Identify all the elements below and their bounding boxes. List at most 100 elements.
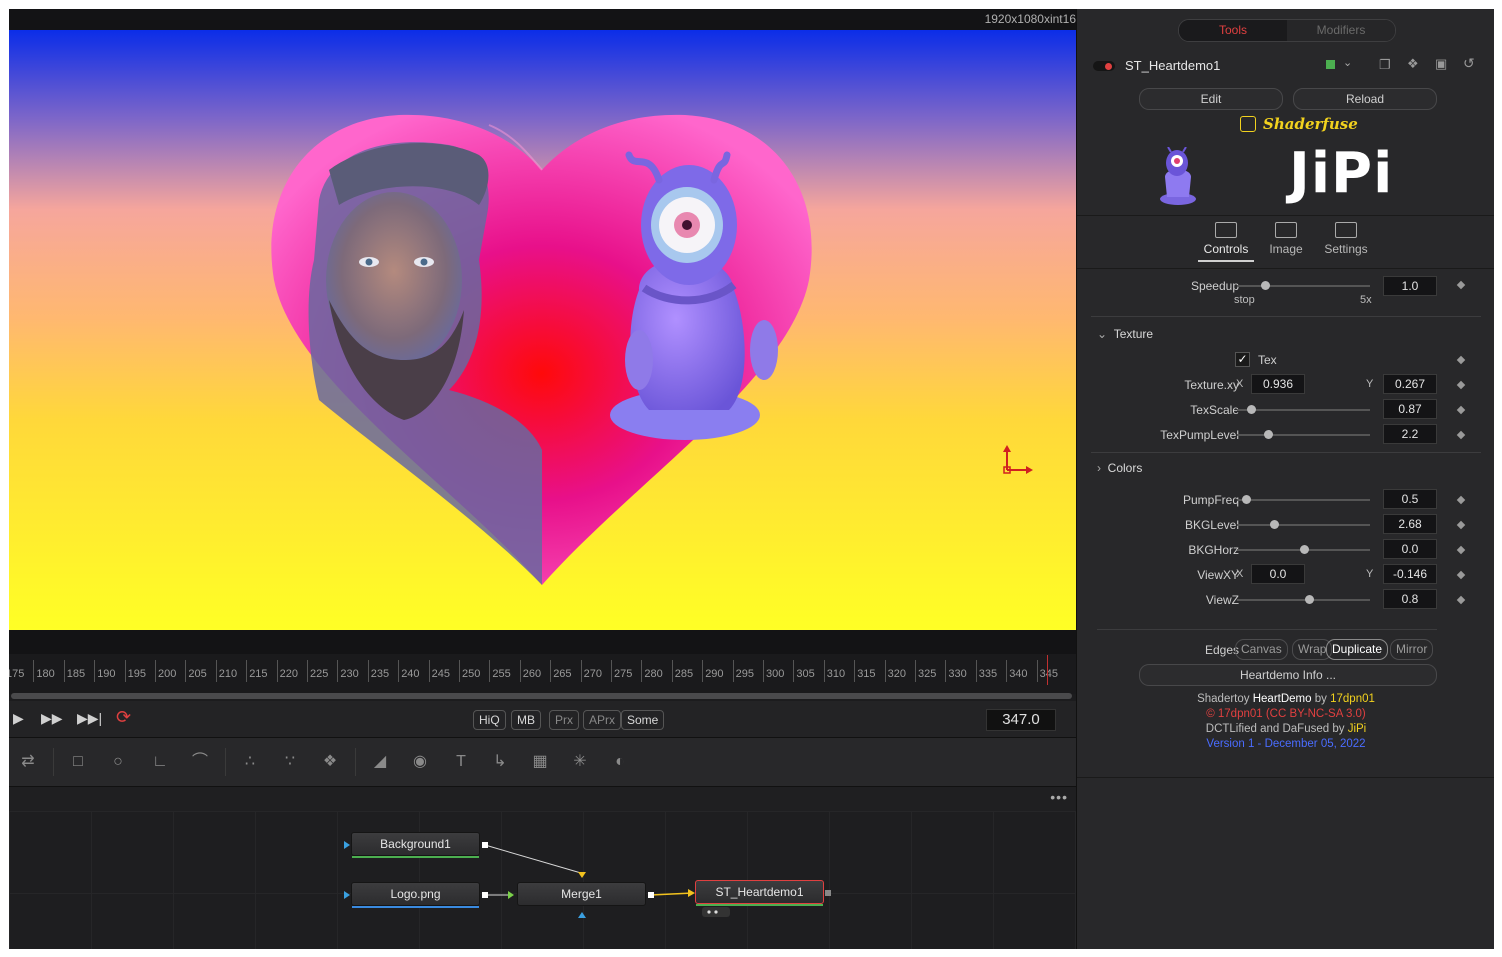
ruler-tick: 215 xyxy=(246,660,268,682)
colors-section[interactable]: › Colors xyxy=(1097,461,1142,475)
keyframe-icon[interactable] xyxy=(1456,595,1466,605)
edges-canvas-option[interactable]: Canvas xyxy=(1235,639,1288,660)
viewxy-x-field[interactable]: 0.0 xyxy=(1251,564,1305,584)
keyframe-icon[interactable] xyxy=(1456,570,1466,580)
speedup-slider[interactable] xyxy=(1237,281,1370,290)
skip-to-end-icon[interactable]: ▶▶| xyxy=(77,710,102,727)
ruler-tick-label: 270 xyxy=(583,668,602,680)
keyframe-icon[interactable] xyxy=(1456,430,1466,440)
camera-3d-icon[interactable]: ▦ xyxy=(529,751,551,773)
timeline-scrollbar[interactable] xyxy=(11,693,1072,699)
transform-gizmo-icon[interactable] xyxy=(1003,445,1033,475)
particle-emitter-icon[interactable]: ∴ xyxy=(239,751,261,773)
shadertoy-link[interactable]: HeartDemo xyxy=(1253,693,1312,705)
texpumplevel-slider[interactable] xyxy=(1237,430,1370,439)
heartdemo-info-button[interactable]: Heartdemo Info ... xyxy=(1139,664,1437,686)
keyframe-icon[interactable] xyxy=(1456,280,1466,290)
polygon-mask-icon[interactable]: ∟ xyxy=(149,751,171,773)
lock-icon[interactable]: ▣ xyxy=(1435,56,1447,72)
loop-icon[interactable]: ⟳ xyxy=(116,707,131,728)
particle-style-icon[interactable]: ❖ xyxy=(319,751,341,773)
current-frame-field[interactable]: 347.0 xyxy=(986,709,1056,731)
jipi-link[interactable]: JiPi xyxy=(1348,723,1367,735)
slider-knob[interactable] xyxy=(1247,405,1256,414)
viewer-canvas[interactable] xyxy=(9,30,1076,630)
renderer-3d-icon[interactable]: ◐ xyxy=(609,751,631,773)
tab-image[interactable]: Image xyxy=(1258,222,1314,256)
playhead[interactable] xyxy=(1047,655,1048,685)
keyframe-icon[interactable] xyxy=(1456,520,1466,530)
tex-checkbox[interactable]: ✓ xyxy=(1235,352,1250,367)
particle-render-icon[interactable]: ∵ xyxy=(279,751,301,773)
aprx-toggle[interactable]: APrx xyxy=(583,710,622,730)
slider-knob[interactable] xyxy=(1261,281,1270,290)
ruler-tick-label: 315 xyxy=(857,668,876,680)
node-background1[interactable]: Background1 xyxy=(351,832,480,858)
merge-3d-icon[interactable]: ↳ xyxy=(489,751,511,773)
texture-y-field[interactable]: 0.267 xyxy=(1383,374,1437,394)
node-st-heartdemo1[interactable]: ST_Heartdemo1 xyxy=(695,880,824,906)
speedup-field[interactable]: 1.0 xyxy=(1383,276,1437,296)
ellipse-mask-icon[interactable]: ○ xyxy=(107,751,129,773)
timeline-ruler[interactable]: 175 180 185 190 195 200 205 210 215 220 225 230 235 2… xyxy=(9,654,1076,694)
hiq-toggle[interactable]: HiQ xyxy=(473,710,506,730)
slider-knob[interactable] xyxy=(1242,495,1251,504)
bkghorz-slider[interactable] xyxy=(1237,545,1370,554)
viewxy-y-field[interactable]: -0.146 xyxy=(1383,564,1437,584)
pumpfreq-field[interactable]: 0.5 xyxy=(1383,489,1437,509)
texture-section[interactable]: ⌄ Texture xyxy=(1097,327,1153,341)
bkglevel-slider[interactable] xyxy=(1237,520,1370,529)
slider-knob[interactable] xyxy=(1305,595,1314,604)
tab-modifiers[interactable]: Modifiers xyxy=(1287,20,1395,41)
slider-knob[interactable] xyxy=(1300,545,1309,554)
texscale-field[interactable]: 0.87 xyxy=(1383,399,1437,419)
chevron-down-icon[interactable]: ⌄ xyxy=(1343,56,1352,69)
fast-forward-icon[interactable]: ▶▶ xyxy=(41,710,63,727)
reload-button[interactable]: Reload xyxy=(1293,88,1437,110)
some-toggle[interactable]: Some xyxy=(621,710,665,730)
texpumplevel-field[interactable]: 2.2 xyxy=(1383,424,1437,444)
prx-toggle[interactable]: Prx xyxy=(549,710,579,730)
pumpfreq-slider[interactable] xyxy=(1237,495,1370,504)
bkghorz-field[interactable]: 0.0 xyxy=(1383,539,1437,559)
image-plane-3d-icon[interactable]: ◢ xyxy=(369,751,391,773)
keyframe-icon[interactable] xyxy=(1456,545,1466,555)
node-color-swatch[interactable] xyxy=(1326,60,1335,69)
node-merge1[interactable]: Merge1 xyxy=(517,882,646,906)
node-logo-png[interactable]: Logo.png xyxy=(351,882,480,908)
shape-3d-icon[interactable]: ◉ xyxy=(409,751,431,773)
author-link[interactable]: 17dpn01 xyxy=(1330,693,1375,705)
slider-knob[interactable] xyxy=(1270,520,1279,529)
node-editor[interactable]: Background1 Logo.png Merge1 ST_Heartdemo… xyxy=(9,811,1076,949)
mb-toggle[interactable]: MB xyxy=(511,710,541,730)
tab-controls[interactable]: Controls xyxy=(1198,222,1254,262)
pin-icon[interactable]: ❖ xyxy=(1407,56,1419,72)
viewz-field[interactable]: 0.8 xyxy=(1383,589,1437,609)
reset-icon[interactable]: ↺ xyxy=(1463,55,1475,72)
tab-settings[interactable]: Settings xyxy=(1318,222,1374,256)
bspline-mask-icon[interactable]: ⌒ xyxy=(189,751,211,773)
transform-tool-icon[interactable]: ⇄ xyxy=(17,751,39,773)
viewz-slider[interactable] xyxy=(1237,595,1370,604)
ruler-tick-label: 340 xyxy=(1009,668,1028,680)
texscale-slider[interactable] xyxy=(1237,405,1370,414)
keyframe-icon[interactable] xyxy=(1456,355,1466,365)
more-options-icon[interactable]: ••• xyxy=(1050,789,1068,805)
edit-button[interactable]: Edit xyxy=(1139,88,1283,110)
text-3d-icon[interactable]: T xyxy=(450,751,472,773)
bkglevel-field[interactable]: 2.68 xyxy=(1383,514,1437,534)
keyframe-icon[interactable] xyxy=(1456,495,1466,505)
tab-tools[interactable]: Tools xyxy=(1179,20,1287,41)
keyframe-icon[interactable] xyxy=(1456,405,1466,415)
version-icon[interactable]: ❐ xyxy=(1379,57,1391,73)
texture-x-field[interactable]: 0.936 xyxy=(1251,374,1305,394)
node-title-row: ST_Heartdemo1 ⌄ ❐ ❖ ▣ ↺ xyxy=(1077,51,1494,79)
play-icon[interactable]: ▶ xyxy=(13,710,24,727)
edges-mirror-option[interactable]: Mirror xyxy=(1390,639,1434,660)
node-status-bar xyxy=(352,856,479,858)
keyframe-icon[interactable] xyxy=(1456,380,1466,390)
spotlight-3d-icon[interactable]: ✳ xyxy=(569,751,591,773)
slider-knob[interactable] xyxy=(1264,430,1273,439)
edges-duplicate-option[interactable]: Duplicate xyxy=(1326,639,1389,660)
rectangle-mask-icon[interactable]: □ xyxy=(67,751,89,773)
